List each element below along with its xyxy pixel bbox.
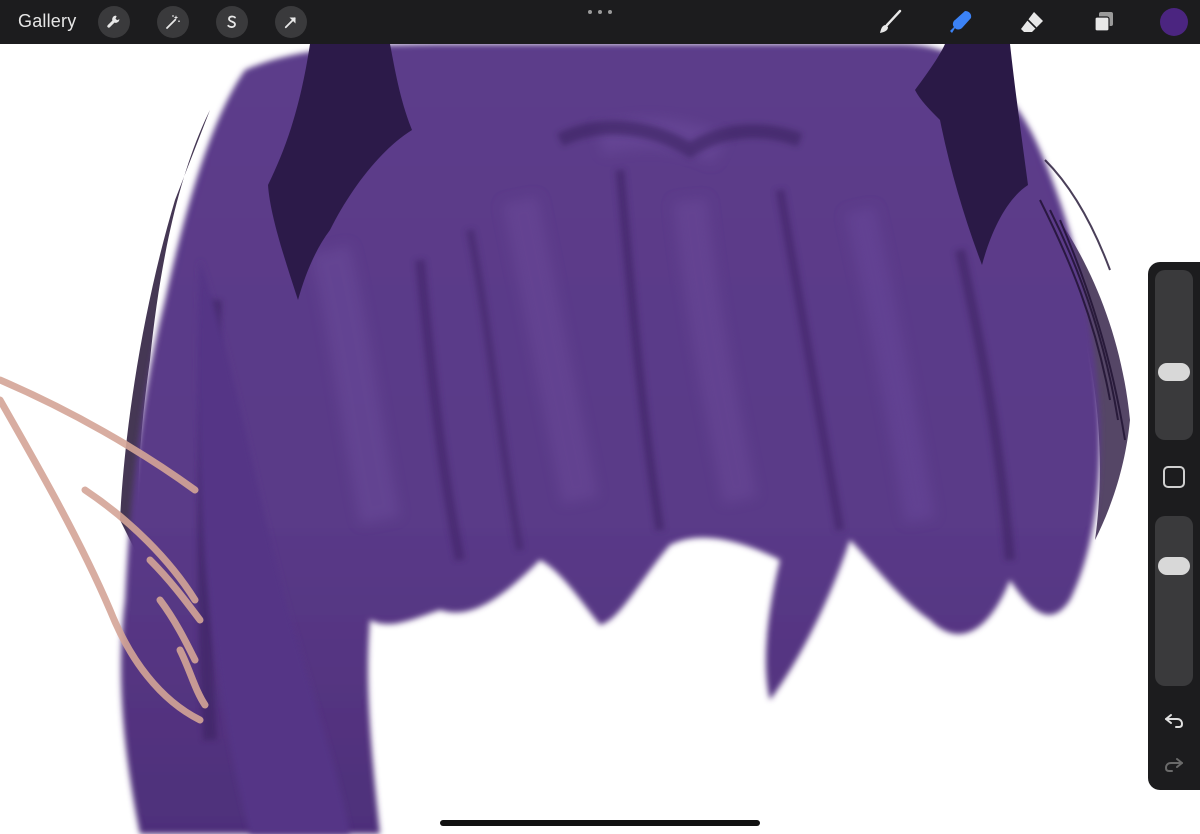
- color-swatch[interactable]: [1160, 8, 1188, 36]
- brush-icon: [880, 9, 902, 33]
- dot: [598, 10, 602, 14]
- eraser-icon: [1021, 12, 1043, 32]
- undo-icon: [1165, 714, 1184, 728]
- magic-wand-icon: [166, 15, 180, 29]
- smudge-icon: [950, 11, 972, 33]
- adjustments-button[interactable]: [157, 6, 189, 38]
- transform-button[interactable]: [275, 6, 307, 38]
- brush-opacity-thumb[interactable]: [1158, 557, 1190, 575]
- brush-size-slider[interactable]: [1155, 270, 1193, 440]
- dot: [608, 10, 612, 14]
- side-toolbar: [1148, 262, 1200, 790]
- selection-button[interactable]: [216, 6, 248, 38]
- undo-button[interactable]: [1160, 706, 1188, 734]
- layers-icon: [1094, 12, 1113, 32]
- brush-size-thumb[interactable]: [1158, 362, 1190, 381]
- redo-button[interactable]: [1160, 750, 1188, 778]
- smudge-tool-button[interactable]: [945, 6, 977, 38]
- drawing-canvas[interactable]: [0, 0, 1200, 834]
- layers-button[interactable]: [1088, 6, 1120, 38]
- home-indicator[interactable]: [440, 820, 760, 826]
- square-modifier-icon[interactable]: [1163, 466, 1185, 488]
- procreate-app: Gallery: [0, 0, 1200, 834]
- brush-tool-button[interactable]: [874, 6, 906, 38]
- more-dots-icon[interactable]: [588, 8, 612, 16]
- brush-opacity-slider[interactable]: [1155, 516, 1193, 686]
- gallery-button[interactable]: Gallery: [18, 11, 76, 32]
- wrench-icon: [107, 15, 120, 28]
- arrow-cursor-icon: [284, 17, 296, 29]
- eraser-tool-button[interactable]: [1016, 6, 1048, 38]
- top-toolbar: Gallery: [0, 0, 1200, 44]
- selection-s-icon: [227, 15, 236, 28]
- redo-icon: [1164, 758, 1183, 772]
- actions-button[interactable]: [98, 6, 130, 38]
- dot: [588, 10, 592, 14]
